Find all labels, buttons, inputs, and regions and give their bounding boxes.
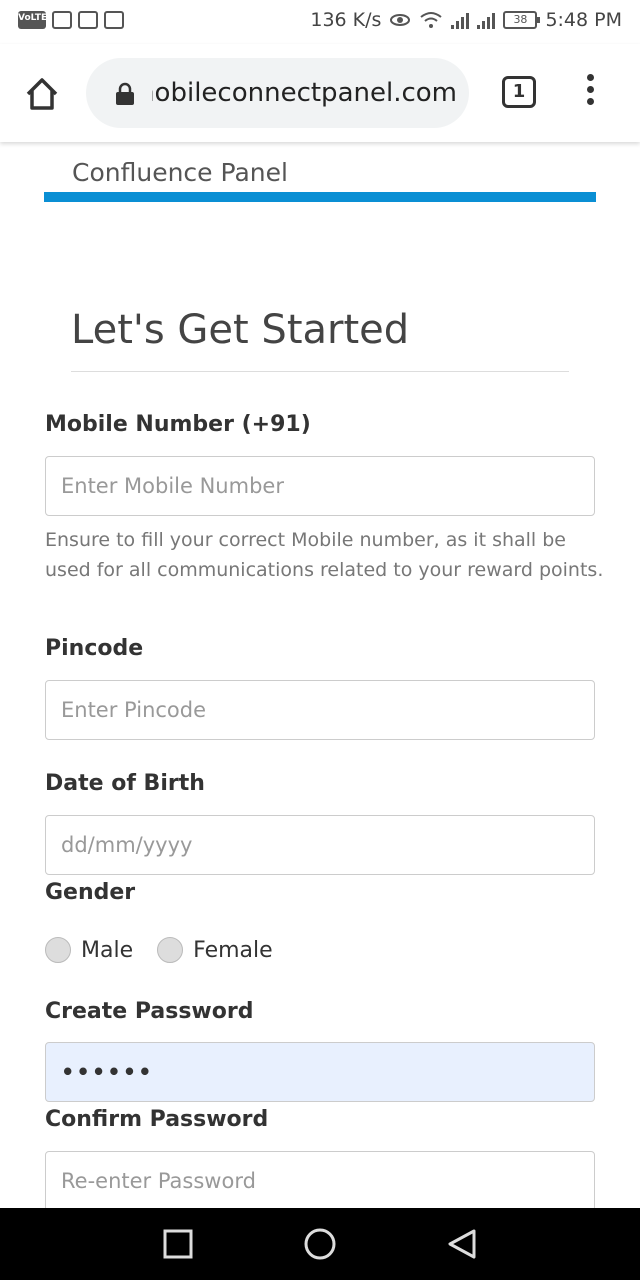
navigation-bar — [0, 1208, 640, 1280]
url-text: mobileconnectpanel.com — [152, 78, 457, 108]
status-bar: VoLTE 136 K/s 38 5:48 PM — [0, 0, 640, 44]
clock: 5:48 PM — [545, 9, 622, 31]
notification-icons: VoLTE — [18, 11, 124, 29]
brand-divider — [44, 192, 596, 202]
password-input[interactable] — [45, 1042, 595, 1102]
system-indicators: 136 K/s 38 5:48 PM — [310, 9, 622, 31]
gender-options: Male Female — [45, 937, 273, 963]
network-speed: 136 K/s — [310, 9, 382, 31]
news-icon — [78, 11, 98, 29]
recents-button[interactable] — [162, 1228, 194, 1260]
address-bar[interactable]: mobileconnectpanel.com — [86, 58, 469, 128]
activity-icon — [52, 11, 72, 29]
confirm-password-label: Confirm Password — [45, 1107, 269, 1132]
tab-switcher-button[interactable]: 1 — [502, 76, 536, 108]
mail-icon — [104, 11, 124, 29]
title-divider — [71, 371, 569, 372]
page-content: Confluence Panel Let's Get Started Mobil… — [0, 142, 640, 1208]
confirm-password-input[interactable] — [45, 1151, 595, 1208]
gender-male-label: Male — [81, 937, 134, 963]
home-icon — [26, 78, 58, 110]
wifi-icon — [420, 12, 443, 28]
pincode-label: Pincode — [45, 636, 144, 661]
mobile-label: Mobile Number (+91) — [45, 412, 311, 437]
signal-icon-2 — [477, 11, 496, 29]
home-button[interactable] — [22, 74, 62, 114]
pincode-input[interactable] — [45, 680, 595, 740]
browser-toolbar: mobileconnectpanel.com 1 — [0, 44, 640, 142]
dob-label: Date of Birth — [45, 771, 205, 796]
gender-female-radio[interactable] — [157, 937, 184, 963]
eye-icon — [390, 14, 411, 26]
gender-male-radio[interactable] — [45, 937, 71, 963]
password-label: Create Password — [45, 999, 254, 1024]
home-nav-button[interactable] — [302, 1228, 338, 1264]
back-button[interactable] — [446, 1228, 478, 1260]
lock-icon — [116, 82, 134, 105]
mobile-number-input[interactable] — [45, 456, 595, 516]
battery-icon: 38 — [503, 11, 541, 29]
brand-name: Confluence Panel — [72, 158, 288, 187]
mobile-help-text: Ensure to fill your correct Mobile numbe… — [45, 529, 604, 581]
gender-label: Gender — [45, 880, 136, 905]
overflow-menu-button[interactable] — [582, 74, 598, 114]
dob-input[interactable] — [45, 815, 595, 875]
gender-female-label: Female — [193, 937, 273, 963]
volte-icon: VoLTE — [18, 11, 47, 29]
signal-icon — [451, 11, 470, 29]
page-title: Let's Get Started — [71, 307, 410, 353]
